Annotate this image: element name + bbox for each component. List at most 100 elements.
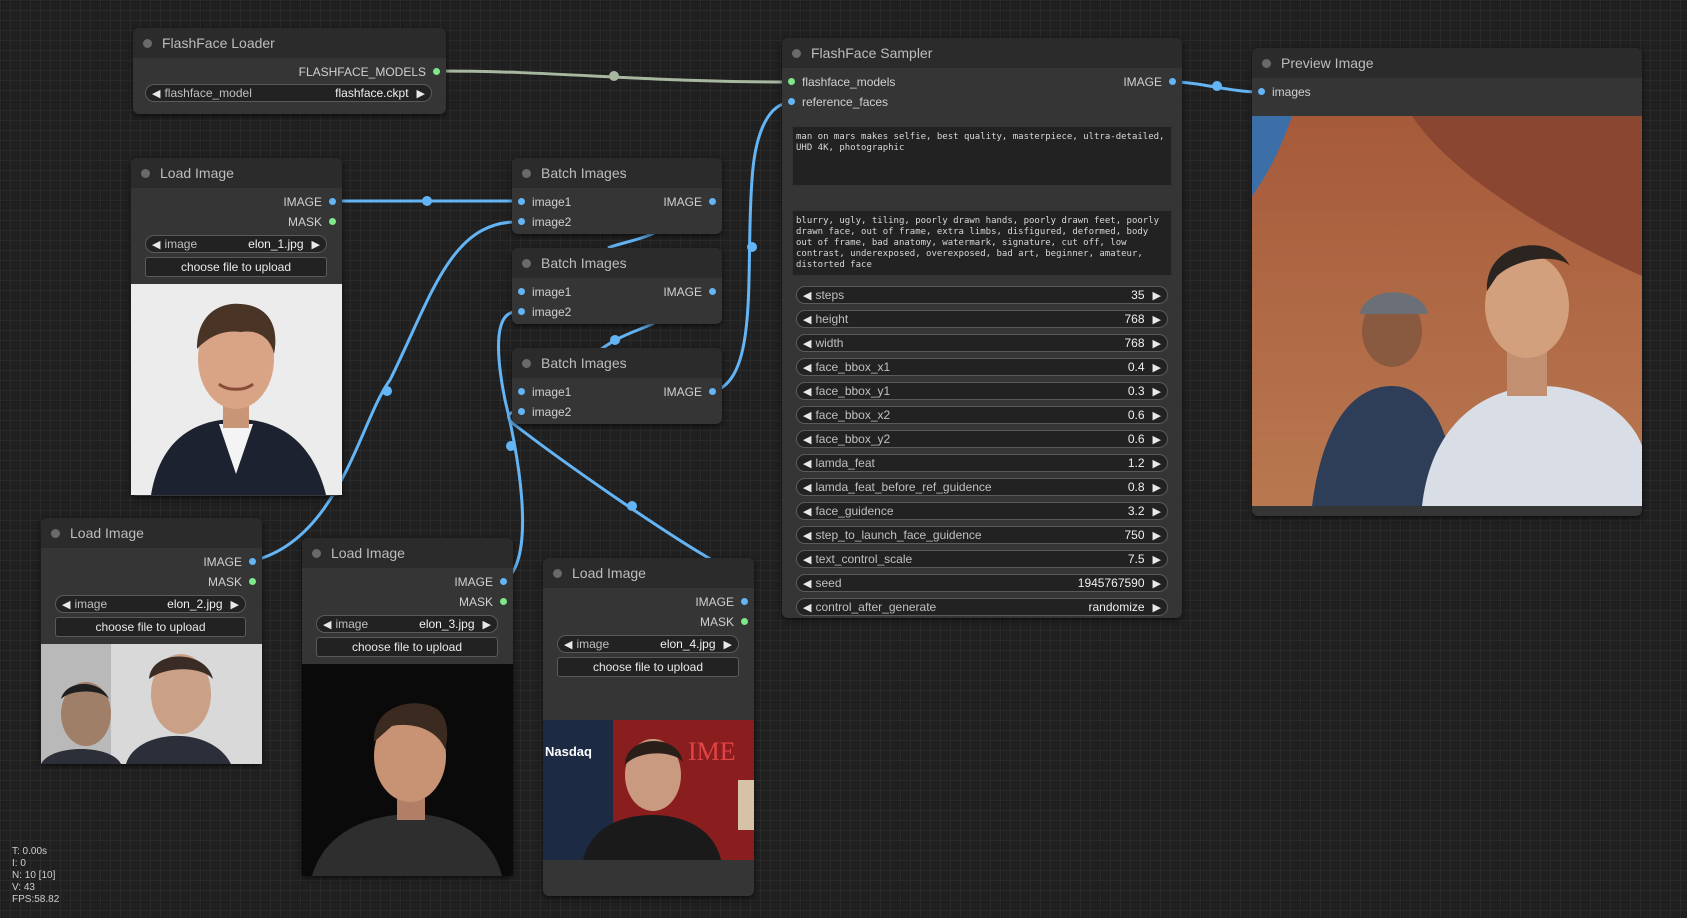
arrow-right-icon[interactable]: ▶ (1153, 361, 1161, 374)
param-face-guidence[interactable]: ◀ face_guidence 3.2 ▶ (796, 502, 1168, 520)
arrow-left-icon[interactable]: ◀ (803, 313, 811, 326)
collapse-dot-icon[interactable] (1262, 58, 1271, 68)
input-image1[interactable]: image1 (518, 385, 571, 399)
input-reference-faces[interactable]: reference_faces (788, 95, 888, 109)
input-dot-icon[interactable] (788, 98, 795, 105)
output-dot-icon[interactable] (329, 218, 336, 225)
arrow-right-icon[interactable]: ▶ (1153, 529, 1161, 542)
output-image[interactable]: IMAGE (1123, 75, 1176, 89)
image-select[interactable]: ◀ image elon_1.jpg ▶ (145, 235, 327, 253)
node-title[interactable]: Load Image (302, 538, 513, 568)
output-mask[interactable]: MASK (459, 595, 507, 609)
batch-images-node-1[interactable]: Batch Images image1 image2 IMAGE (512, 158, 722, 234)
arrow-right-icon[interactable]: ▶ (483, 618, 491, 631)
node-title[interactable]: Load Image (131, 158, 342, 188)
output-image[interactable]: IMAGE (203, 555, 256, 569)
node-title[interactable]: Batch Images (512, 348, 722, 378)
output-mask[interactable]: MASK (700, 615, 748, 629)
arrow-right-icon[interactable]: ▶ (231, 598, 239, 611)
upload-button[interactable]: choose file to upload (55, 617, 246, 637)
input-image1[interactable]: image1 (518, 195, 571, 209)
positive-prompt-textarea[interactable]: man on mars makes selfie, best quality, … (792, 126, 1172, 186)
load-image-node-2[interactable]: Load Image IMAGE MASK ◀ image elon_2.jpg… (41, 518, 262, 764)
arrow-left-icon[interactable]: ◀ (803, 577, 811, 590)
input-dot-icon[interactable] (518, 308, 525, 315)
arrow-right-icon[interactable]: ▶ (1153, 553, 1161, 566)
arrow-right-icon[interactable]: ▶ (1153, 577, 1161, 590)
param-lamda-feat-before-ref-guidence[interactable]: ◀ lamda_feat_before_ref_guidence 0.8 ▶ (796, 478, 1168, 496)
output-dot-icon[interactable] (709, 388, 716, 395)
param-height[interactable]: ◀ height 768 ▶ (796, 310, 1168, 328)
output-image[interactable]: IMAGE (695, 595, 748, 609)
load-image-node-4[interactable]: Load Image IMAGE MASK ◀ image elon_4.jpg… (543, 558, 754, 896)
output-dot-icon[interactable] (1169, 78, 1176, 85)
input-dot-icon[interactable] (1258, 88, 1265, 95)
upload-button[interactable]: choose file to upload (145, 257, 327, 277)
arrow-left-icon[interactable]: ◀ (803, 409, 811, 422)
output-image[interactable]: IMAGE (663, 195, 716, 209)
output-dot-icon[interactable] (741, 598, 748, 605)
arrow-right-icon[interactable]: ▶ (724, 638, 732, 651)
batch-images-node-2[interactable]: Batch Images image1 image2 IMAGE (512, 248, 722, 324)
arrow-right-icon[interactable]: ▶ (1153, 601, 1161, 614)
image-select[interactable]: ◀ image elon_2.jpg ▶ (55, 595, 246, 613)
node-title[interactable]: Batch Images (512, 158, 722, 188)
output-image[interactable]: IMAGE (663, 385, 716, 399)
output-dot-icon[interactable] (709, 198, 716, 205)
param-lamda-feat[interactable]: ◀ lamda_feat 1.2 ▶ (796, 454, 1168, 472)
param-face-bbox-x1[interactable]: ◀ face_bbox_x1 0.4 ▶ (796, 358, 1168, 376)
output-dot-icon[interactable] (500, 578, 507, 585)
output-dot-icon[interactable] (741, 618, 748, 625)
input-dot-icon[interactable] (518, 198, 525, 205)
arrow-left-icon[interactable]: ◀ (803, 529, 811, 542)
node-title[interactable]: Load Image (41, 518, 262, 548)
arrow-left-icon[interactable]: ◀ (803, 481, 811, 494)
flashface-model-select[interactable]: ◀ flashface_model flashface.ckpt ▶ (145, 84, 432, 102)
collapse-dot-icon[interactable] (312, 548, 321, 558)
input-image1[interactable]: image1 (518, 285, 571, 299)
arrow-left-icon[interactable]: ◀ (564, 638, 572, 651)
param-face-bbox-y2[interactable]: ◀ face_bbox_y2 0.6 ▶ (796, 430, 1168, 448)
param-control-after-generate[interactable]: ◀ control_after_generate randomize ▶ (796, 598, 1168, 616)
arrow-right-icon[interactable]: ▶ (1153, 433, 1161, 446)
input-dot-icon[interactable] (518, 388, 525, 395)
param-seed[interactable]: ◀ seed 1945767590 ▶ (796, 574, 1168, 592)
flashface-loader-node[interactable]: FlashFace Loader FLASHFACE_MODELS ◀ flas… (133, 28, 446, 114)
output-dot-icon[interactable] (249, 578, 256, 585)
image-select[interactable]: ◀ image elon_3.jpg ▶ (316, 615, 498, 633)
input-image2[interactable]: image2 (518, 405, 571, 419)
arrow-left-icon[interactable]: ◀ (803, 289, 811, 302)
output-image[interactable]: IMAGE (454, 575, 507, 589)
arrow-left-icon[interactable]: ◀ (803, 433, 811, 446)
param-step-to-launch-face-guidence[interactable]: ◀ step_to_launch_face_guidence 750 ▶ (796, 526, 1168, 544)
output-dot-icon[interactable] (500, 598, 507, 605)
collapse-dot-icon[interactable] (143, 38, 152, 48)
arrow-left-icon[interactable]: ◀ (803, 601, 811, 614)
arrow-left-icon[interactable]: ◀ (803, 457, 811, 470)
output-dot-icon[interactable] (709, 288, 716, 295)
negative-prompt-textarea[interactable]: blurry, ugly, tiling, poorly drawn hands… (792, 210, 1172, 276)
collapse-dot-icon[interactable] (522, 358, 531, 368)
arrow-right-icon[interactable]: ▶ (1153, 457, 1161, 470)
param-face-bbox-x2[interactable]: ◀ face_bbox_x2 0.6 ▶ (796, 406, 1168, 424)
arrow-left-icon[interactable]: ◀ (803, 337, 811, 350)
batch-images-node-3[interactable]: Batch Images image1 image2 IMAGE (512, 348, 722, 424)
arrow-left-icon[interactable]: ◀ (803, 361, 811, 374)
arrow-left-icon[interactable]: ◀ (803, 553, 811, 566)
preview-image-node[interactable]: Preview Image images (1252, 48, 1642, 516)
load-image-node-3[interactable]: Load Image IMAGE MASK ◀ image elon_3.jpg… (302, 538, 513, 876)
node-title[interactable]: FlashFace Sampler (782, 38, 1182, 68)
load-image-node-1[interactable]: Load Image IMAGE MASK ◀ image elon_1.jpg… (131, 158, 342, 496)
arrow-right-icon[interactable]: ▶ (1153, 385, 1161, 398)
flashface-sampler-node[interactable]: FlashFace Sampler flashface_models refer… (782, 38, 1182, 618)
upload-button[interactable]: choose file to upload (316, 637, 498, 657)
output-dot-icon[interactable] (249, 558, 256, 565)
output-flashface-models[interactable]: FLASHFACE_MODELS (299, 65, 440, 79)
param-steps[interactable]: ◀ steps 35 ▶ (796, 286, 1168, 304)
arrow-right-icon[interactable]: ▶ (1153, 481, 1161, 494)
output-image[interactable]: IMAGE (663, 285, 716, 299)
input-dot-icon[interactable] (518, 218, 525, 225)
upload-button[interactable]: choose file to upload (557, 657, 739, 677)
collapse-dot-icon[interactable] (141, 168, 150, 178)
input-dot-icon[interactable] (788, 78, 795, 85)
